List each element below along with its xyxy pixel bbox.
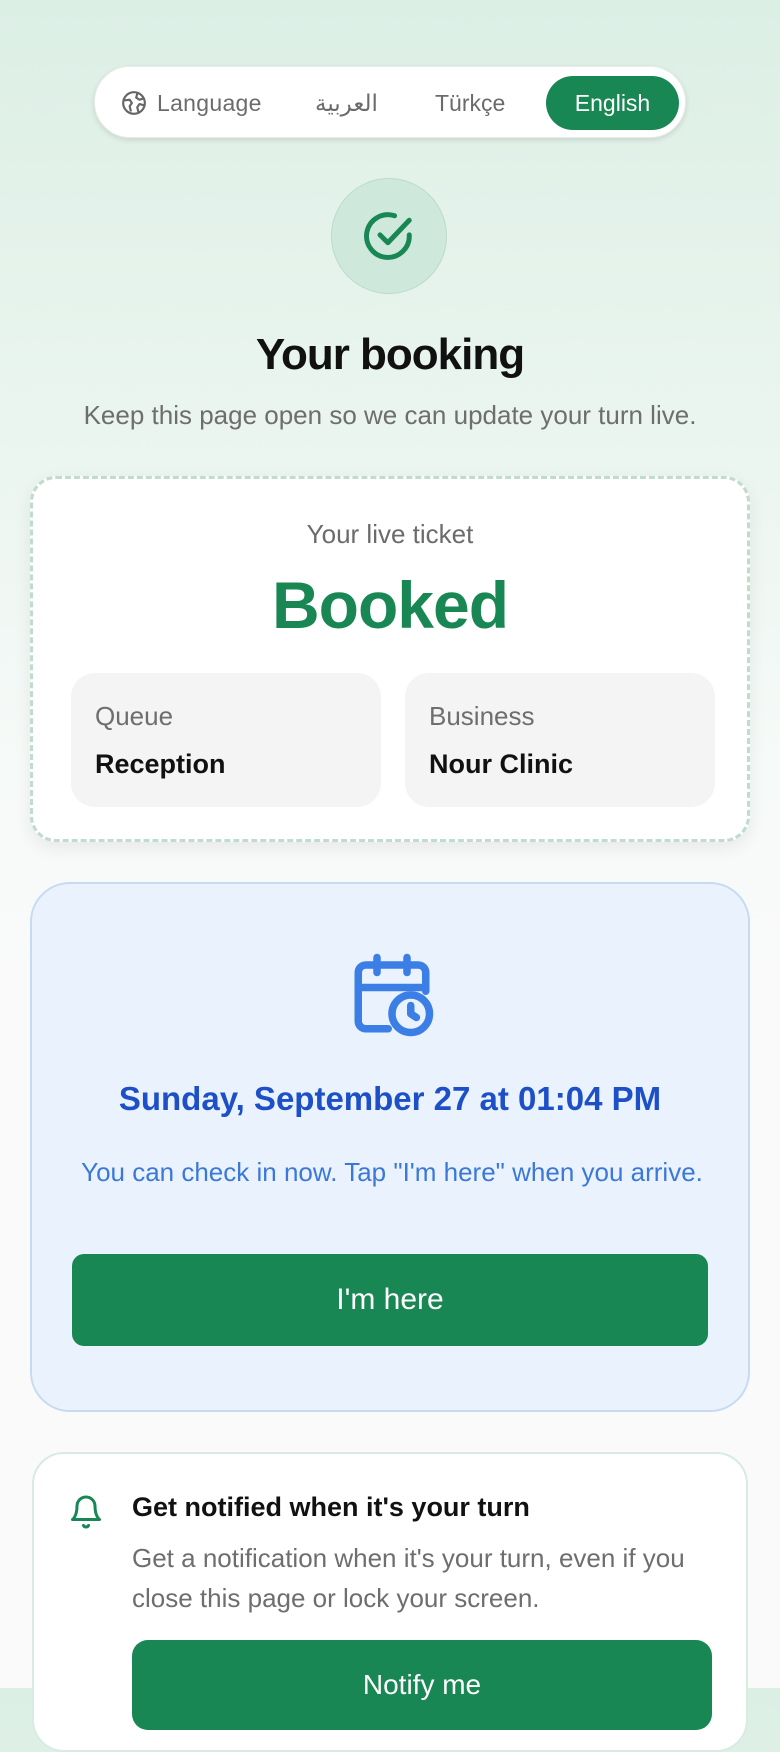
appointment-datetime: Sunday, September 27 at 01:04 PM bbox=[118, 1080, 662, 1117]
globe-icon bbox=[122, 91, 146, 115]
calendar-clock-icon bbox=[354, 953, 434, 1037]
check-circle-icon bbox=[331, 178, 447, 294]
checkin-note: You can check in now. Tap "I'm here" whe… bbox=[81, 1157, 703, 1187]
language-option-english[interactable]: English bbox=[546, 76, 679, 130]
queue-label: Queue bbox=[95, 701, 174, 731]
page-subtitle: Keep this page open so we can update you… bbox=[83, 400, 697, 430]
ticket-status: Booked bbox=[271, 568, 509, 642]
language-option-turkish[interactable]: Türkçe bbox=[435, 67, 505, 139]
business-value: Nour Clinic bbox=[429, 749, 574, 779]
business-label: Business bbox=[429, 701, 535, 731]
language-label: Language bbox=[121, 67, 262, 139]
notification-title: Get notified when it's your turn bbox=[132, 1492, 530, 1522]
im-here-button[interactable]: I'm here bbox=[72, 1254, 708, 1346]
ticket-caption: Your live ticket bbox=[306, 519, 474, 549]
bell-icon bbox=[71, 1495, 101, 1529]
queue-tile: Queue Reception bbox=[71, 673, 381, 807]
business-tile: Business Nour Clinic bbox=[405, 673, 715, 807]
notify-me-button[interactable]: Notify me bbox=[132, 1640, 712, 1730]
notification-description: Get a notification when it's your turn, … bbox=[132, 1543, 685, 1613]
appointment-card: Sunday, September 27 at 01:04 PM You can… bbox=[30, 882, 750, 1412]
queue-value: Reception bbox=[95, 749, 226, 779]
language-option-arabic[interactable]: العربية bbox=[315, 67, 378, 139]
notification-card: Get notified when it's your turn Get a n… bbox=[32, 1452, 748, 1752]
live-ticket-card: Your live ticket Booked Queue Reception … bbox=[30, 476, 750, 842]
page-title: Your booking bbox=[255, 330, 525, 379]
language-switcher: Language العربية Türkçe English bbox=[94, 66, 686, 138]
